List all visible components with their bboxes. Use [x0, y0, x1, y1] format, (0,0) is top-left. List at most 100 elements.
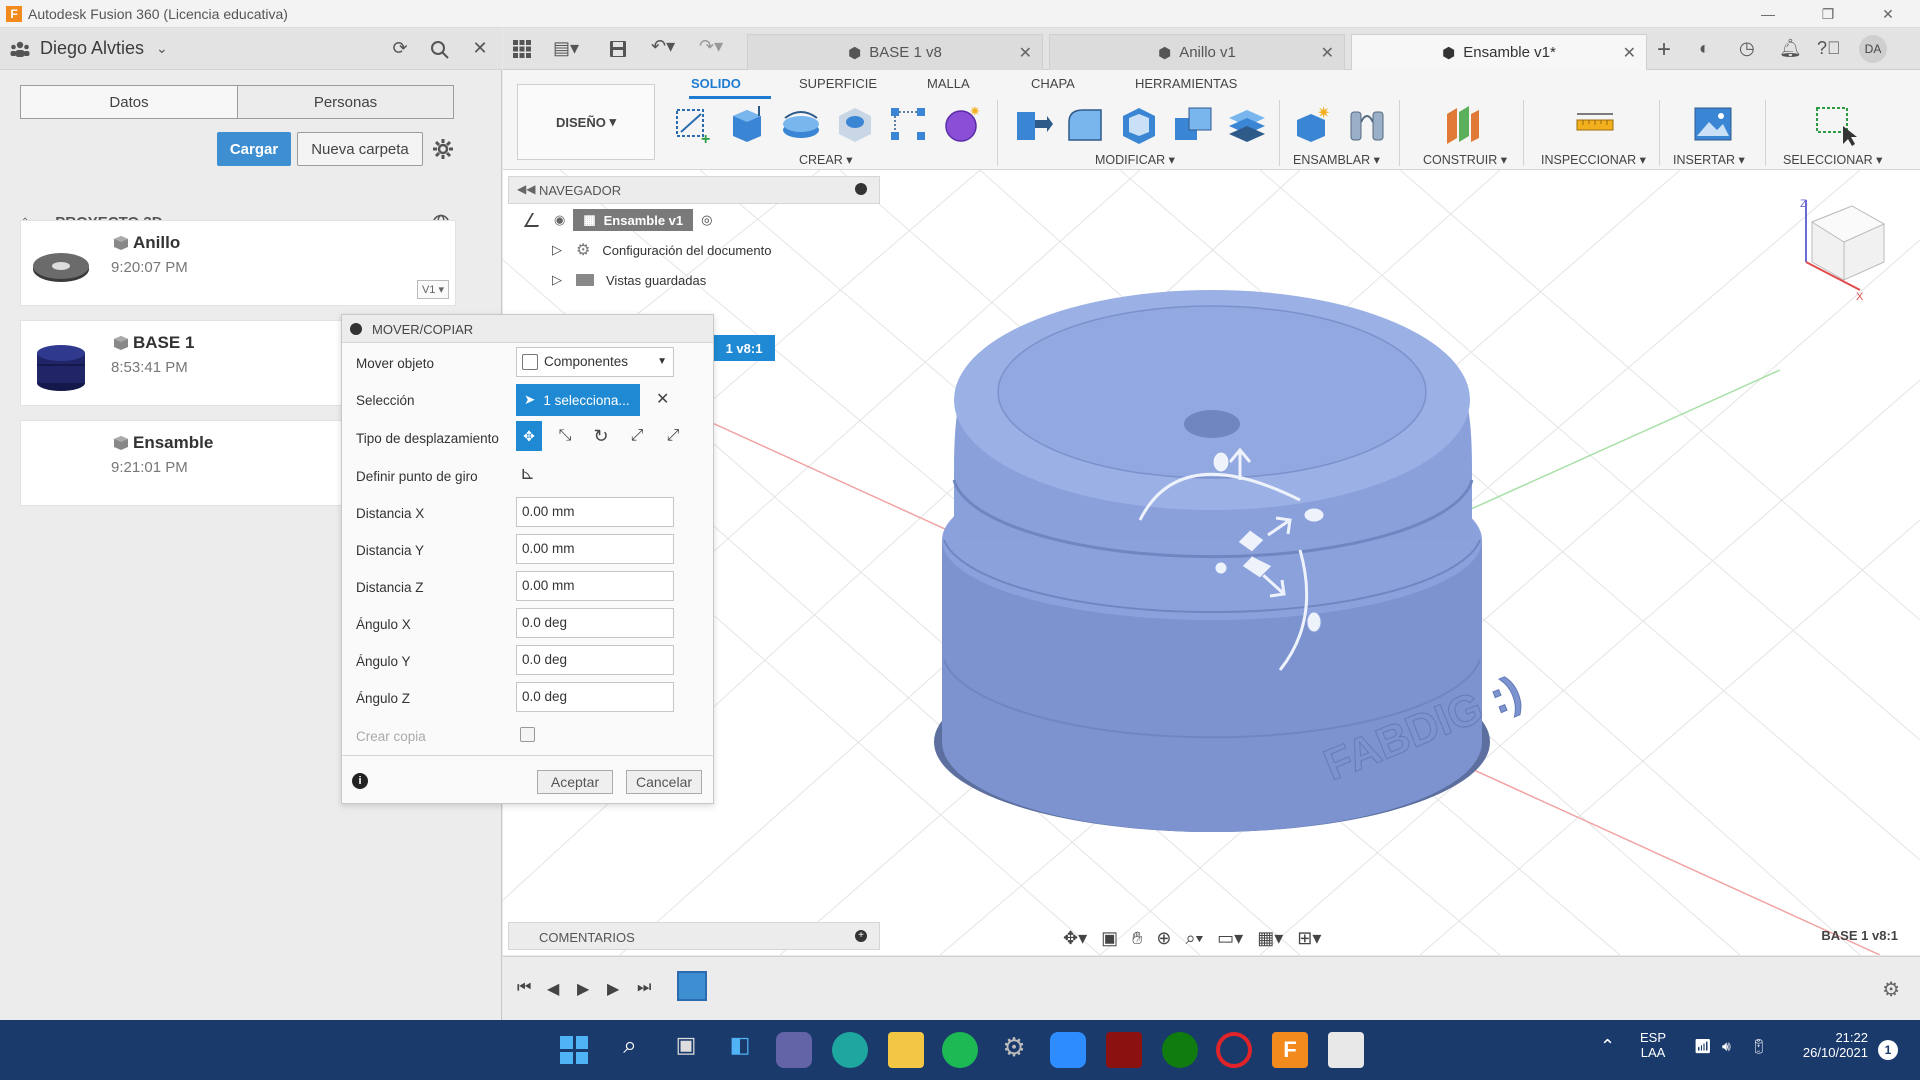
translate-icon[interactable]: ⤡	[552, 421, 578, 451]
new-folder-button[interactable]: Nueva carpeta	[297, 132, 423, 166]
xbox-icon[interactable]	[1162, 1032, 1198, 1068]
cancel-button[interactable]: Cancelar	[626, 770, 702, 794]
play-icon[interactable]: ▶	[577, 979, 595, 998]
file-menu-icon[interactable]: ▤▾	[553, 38, 579, 59]
settings-icon[interactable]: ⚙	[996, 1032, 1032, 1068]
close-tab-icon[interactable]: ✕	[1019, 43, 1032, 63]
group-ensamblar[interactable]: ENSAMBLAR ▾	[1293, 152, 1380, 167]
job-status-icon[interactable]: ◷	[1739, 38, 1755, 59]
visibility-eye-icon[interactable]: ◉	[554, 212, 565, 228]
orbit-icon[interactable]: ✥▾	[1063, 928, 1087, 949]
group-modificar[interactable]: MODIFICAR ▾	[1095, 152, 1175, 167]
joint-icon[interactable]	[1345, 102, 1389, 146]
wifi-icon[interactable]: 📶︎	[1694, 1038, 1712, 1055]
distance-y-input[interactable]: 0.00 mm	[516, 534, 674, 564]
zoom-app-icon[interactable]	[1050, 1032, 1086, 1068]
new-tab-icon[interactable]: +	[1657, 36, 1671, 64]
gear-icon[interactable]	[432, 138, 454, 160]
tab-anillo[interactable]: ⬢ Anillo v1 ✕	[1049, 34, 1345, 70]
close-tab-icon[interactable]: ✕	[1623, 43, 1636, 63]
username[interactable]: Diego Alvties	[40, 38, 144, 59]
viewports-icon[interactable]: ⊞▾	[1297, 928, 1321, 949]
selection-button[interactable]: ➤ 1 selecciona...	[516, 384, 640, 416]
tree-root[interactable]: ◉ ▦ Ensamble v1 ◎	[508, 206, 712, 234]
search-icon[interactable]: ⌕	[612, 1032, 648, 1068]
set-pivot-icon[interactable]: ⊾	[520, 463, 535, 484]
component-tag[interactable]: 1 v8:1	[713, 335, 775, 361]
item-name[interactable]: Anillo	[133, 233, 180, 253]
activate-radio-icon[interactable]: ◎	[701, 212, 712, 228]
press-pull-icon[interactable]	[1009, 102, 1053, 146]
app-grid-icon[interactable]	[513, 40, 531, 58]
base-solid-model[interactable]: FABDIG :)	[934, 290, 1529, 832]
group-seleccionar[interactable]: SELECCIONAR ▾	[1783, 152, 1882, 167]
step-back-icon[interactable]: ◀	[547, 979, 565, 998]
go-to-end-icon[interactable]: ⏭	[637, 979, 655, 997]
tab-datos[interactable]: Datos	[21, 86, 237, 118]
undo-icon[interactable]: ↶▾	[651, 36, 675, 57]
shell-icon[interactable]	[1117, 102, 1161, 146]
collapse-dialog-icon[interactable]	[350, 323, 362, 335]
tab-base1[interactable]: ⬢ BASE 1 v8 ✕	[747, 34, 1043, 70]
display-settings-icon[interactable]: ▭▾	[1217, 928, 1243, 949]
minimize-button[interactable]: —	[1740, 0, 1796, 28]
info-icon[interactable]: i	[352, 773, 368, 789]
create-copy-checkbox[interactable]	[520, 727, 535, 742]
hole-icon[interactable]	[833, 102, 877, 146]
list-item[interactable]: Anillo 9:20:07 PM V1 ▾	[20, 220, 456, 306]
angle-x-input[interactable]: 0.0 deg	[516, 608, 674, 638]
group-inspeccionar[interactable]: INSPECCIONAR ▾	[1541, 152, 1646, 167]
extrude-icon[interactable]	[725, 102, 769, 146]
move-object-select[interactable]: Componentes ▼	[516, 347, 674, 377]
tab-malla[interactable]: MALLA	[927, 76, 970, 91]
item-name[interactable]: Ensamble	[133, 433, 213, 453]
form-icon[interactable]: ✷	[941, 102, 985, 146]
snipping-tool-icon[interactable]	[1328, 1032, 1364, 1068]
tab-solido[interactable]: SOLIDO	[691, 76, 741, 91]
offset-plane-icon[interactable]	[1441, 102, 1485, 146]
measure-icon[interactable]	[1573, 102, 1617, 146]
task-view-icon[interactable]: ▣	[668, 1032, 704, 1068]
pin-icon[interactable]	[855, 183, 867, 195]
redo-icon[interactable]: ↷▾	[699, 36, 723, 57]
combine-icon[interactable]	[1171, 102, 1215, 146]
timeline-move-feature-icon[interactable]	[677, 971, 707, 1001]
clear-selection-icon[interactable]: ✕	[656, 389, 669, 409]
zoom-icon[interactable]: ⊕	[1156, 928, 1171, 949]
go-to-start-icon[interactable]: ⏮	[517, 979, 535, 997]
expand-icon[interactable]	[523, 213, 547, 227]
grid-settings-icon[interactable]: ▦▾	[1257, 928, 1283, 949]
navigator-header[interactable]: ◀◀ NAVEGADOR	[508, 176, 880, 204]
expand-arrow-icon[interactable]: ▷	[552, 242, 562, 258]
file-explorer-icon[interactable]	[888, 1032, 924, 1068]
angle-y-input[interactable]: 0.0 deg	[516, 645, 674, 675]
edge-icon[interactable]	[832, 1032, 868, 1068]
collapse-icon[interactable]: ◀◀	[517, 182, 535, 196]
tab-superficie[interactable]: SUPERFICIE	[799, 76, 877, 91]
notification-badge[interactable]: 1	[1878, 1040, 1898, 1060]
expand-arrow-icon[interactable]: ▷	[552, 272, 562, 288]
battery-icon[interactable]: 🔋︎	[1750, 1038, 1768, 1055]
restore-button[interactable]: ❐	[1800, 0, 1856, 28]
clock[interactable]: 21:22 26/10/2021	[1792, 1030, 1868, 1060]
tab-herramientas[interactable]: HERRAMIENTAS	[1135, 76, 1237, 91]
spotify-icon[interactable]	[942, 1032, 978, 1068]
extensions-icon[interactable]: ◐	[1699, 38, 1710, 59]
chevron-up-icon[interactable]: ⌃	[1600, 1036, 1615, 1057]
revolve-icon[interactable]	[779, 102, 823, 146]
timeline-settings-icon[interactable]: ⚙	[1882, 977, 1900, 1002]
volume-icon[interactable]: 🔊︎	[1722, 1038, 1731, 1055]
ok-button[interactable]: Aceptar	[537, 770, 613, 794]
tab-ensamble[interactable]: ⬢ Ensamble v1* ✕	[1351, 34, 1647, 70]
create-sketch-icon[interactable]: +	[671, 102, 715, 146]
tree-row[interactable]: ▷ ⚙ Configuración del documento	[508, 236, 771, 264]
point-to-point-icon[interactable]: ⤢	[624, 421, 650, 451]
point-to-position-icon[interactable]: ⤢	[660, 421, 686, 451]
item-name[interactable]: BASE 1	[133, 333, 194, 353]
add-comment-icon[interactable]: +	[855, 930, 867, 942]
avatar[interactable]: DA	[1859, 35, 1887, 63]
tree-row[interactable]: ▷ Vistas guardadas	[508, 266, 706, 294]
close-window-button[interactable]: ✕	[1860, 0, 1916, 28]
tab-personas[interactable]: Personas	[237, 86, 453, 118]
team-icon[interactable]	[10, 40, 30, 58]
